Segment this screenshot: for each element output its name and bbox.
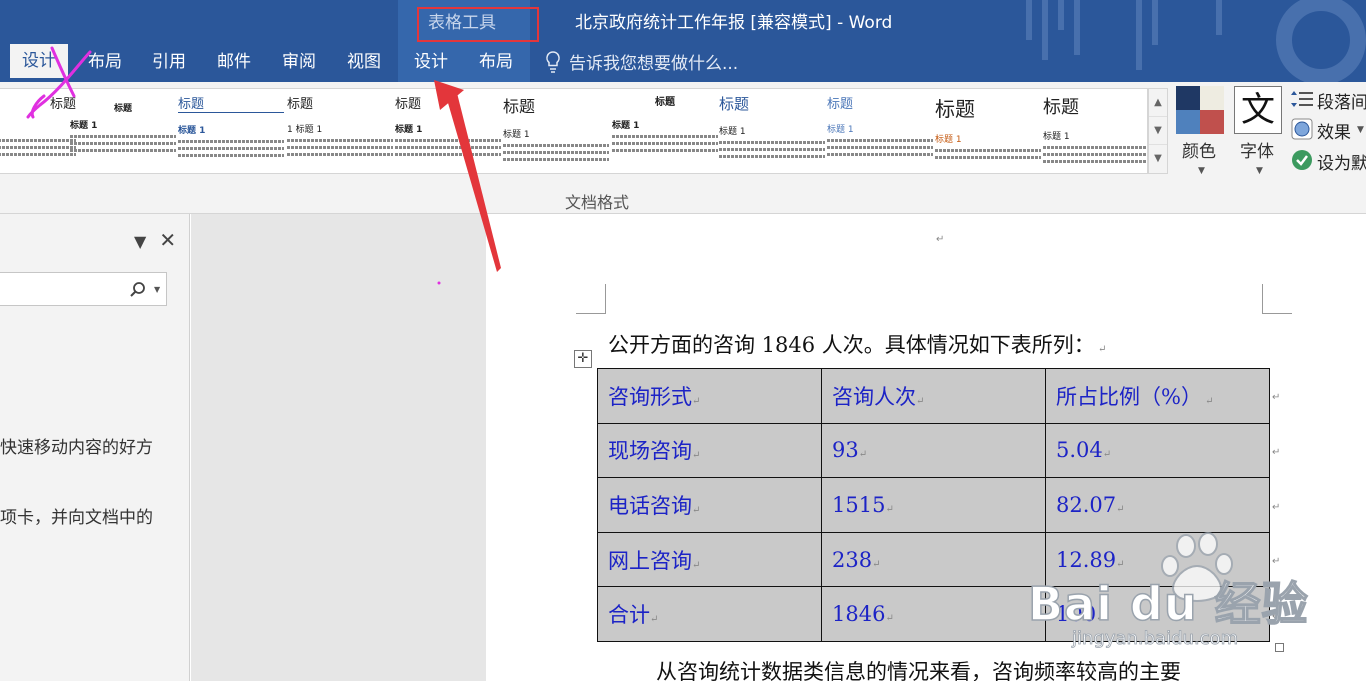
- set-as-default-button[interactable]: 设为默: [1317, 149, 1366, 174]
- style-preview-4[interactable]: 标题 1 标题 1: [287, 93, 393, 169]
- table-cell[interactable]: 1846↵: [821, 586, 1046, 642]
- table-cell[interactable]: 电话咨询↵: [597, 477, 822, 533]
- nav-search-input[interactable]: ▼: [0, 272, 167, 306]
- document-formatting-group-label: 文档格式: [565, 193, 630, 212]
- table-row: 电话咨询↵ 1515↵ 82.07↵: [597, 477, 1270, 533]
- table-cell[interactable]: 93↵: [821, 422, 1046, 479]
- red-highlight-box: [417, 7, 539, 42]
- tab-mailings[interactable]: 邮件: [217, 48, 251, 76]
- search-icon[interactable]: [130, 282, 146, 298]
- style-preview-10[interactable]: 标题 标题 1: [935, 93, 1041, 169]
- style-preview-11[interactable]: 标题 标题 1: [1043, 93, 1147, 169]
- style-preview-6[interactable]: 标题 标题 1: [503, 93, 609, 169]
- table-cell[interactable]: 5.04↵: [1045, 422, 1270, 479]
- theme-fonts-icon[interactable]: 文: [1234, 86, 1282, 134]
- table-row: 现场咨询↵ 93↵ 5.04↵: [597, 422, 1270, 479]
- table-cell[interactable]: 82.07↵: [1045, 477, 1270, 533]
- fonts-button[interactable]: 字体: [1240, 137, 1274, 162]
- table-cell[interactable]: 1515↵: [821, 477, 1046, 533]
- table-cell[interactable]: 合计↵: [597, 586, 822, 642]
- tab-layout[interactable]: 布局: [88, 48, 122, 76]
- margin-corner-left: [576, 284, 606, 314]
- window-title: 北京政府统计工作年报 [兼容模式] - Word: [575, 13, 893, 33]
- tab-design[interactable]: 设计: [10, 44, 68, 78]
- style-preview-2[interactable]: 标题 标题 1: [70, 93, 176, 169]
- style-preview-5[interactable]: 标题 标题 1: [395, 93, 501, 169]
- nav-help-text-2: 项卡，并向文档中的: [0, 508, 153, 528]
- paragraph-spacing-button[interactable]: 段落间: [1317, 88, 1366, 113]
- table-move-handle-icon[interactable]: ✛: [574, 350, 592, 368]
- paragraph-mark: ↵: [936, 234, 945, 245]
- nav-pane-controls: ▼ ✕: [134, 228, 176, 252]
- table-cell[interactable]: 网上咨询↵: [597, 531, 822, 588]
- lightbulb-icon: [546, 51, 560, 73]
- theme-colors-icon[interactable]: [1176, 86, 1224, 134]
- tab-references[interactable]: 引用: [152, 48, 186, 76]
- table-cell[interactable]: 咨询人次↵: [821, 368, 1046, 424]
- paragraph-after-table: 从咨询统计数据类信息的情况来看，咨询频率较高的主要: [656, 660, 1181, 681]
- fonts-dropdown-icon[interactable]: ▼: [1256, 166, 1263, 176]
- style-preview-7[interactable]: 标题 标题 1: [612, 93, 718, 169]
- gallery-up-icon[interactable]: ▲: [1149, 89, 1167, 117]
- paragraph-before-table: 公开方面的咨询 1846 人次。具体情况如下表所列： ↵: [608, 333, 1107, 357]
- colors-button[interactable]: 颜色: [1182, 137, 1216, 162]
- tab-table-design[interactable]: 设计: [414, 48, 448, 76]
- table-header-row: 咨询形式↵ 咨询人次↵ 所占比例（%） ↵: [597, 368, 1270, 424]
- table-cell[interactable]: 所占比例（%） ↵: [1045, 368, 1270, 424]
- style-preview-3[interactable]: 标题 标题 1: [178, 93, 284, 169]
- style-preview-1[interactable]: 标题标题 1: [0, 93, 76, 169]
- margin-corner-right: [1262, 284, 1292, 314]
- style-preview-9[interactable]: 标题 标题 1: [827, 93, 933, 169]
- gallery-scroll[interactable]: ▲ ▼ ▼: [1148, 88, 1168, 174]
- tab-review[interactable]: 审阅: [282, 48, 316, 76]
- tab-view[interactable]: 视图: [347, 48, 381, 76]
- nav-help-text-1: 快速移动内容的好方: [0, 438, 153, 458]
- row-end-mark: ↵: [1272, 447, 1281, 458]
- style-preview-8[interactable]: 标题 标题 1: [719, 93, 825, 169]
- gallery-more-icon[interactable]: ▼: [1149, 145, 1167, 173]
- close-icon[interactable]: ✕: [159, 228, 176, 252]
- nav-options-dropdown-icon[interactable]: ▼: [134, 232, 146, 251]
- paragraph-spacing-icon[interactable]: [1291, 89, 1313, 109]
- watermark-logo-text: Bai du 经验: [1027, 576, 1309, 632]
- tab-table-layout[interactable]: 布局: [479, 48, 513, 76]
- table-cell[interactable]: 238↵: [821, 531, 1046, 588]
- title-decoration: [1006, 0, 1366, 82]
- watermark-url: jingyan.baidu.com: [1072, 628, 1239, 650]
- colors-dropdown-icon[interactable]: ▼: [1198, 166, 1205, 176]
- ribbon: 标题标题 1 标题标题 1 标题标题 1 标题1 标题 1 标题标题 1 标题标…: [0, 82, 1366, 214]
- effects-button[interactable]: 效果: [1317, 118, 1351, 143]
- row-end-mark: ↵: [1272, 502, 1281, 513]
- style-gallery: 标题标题 1 标题标题 1 标题标题 1 标题1 标题 1 标题标题 1 标题标…: [0, 88, 1148, 174]
- workspace-background: [191, 214, 486, 681]
- effects-dropdown-icon[interactable]: ▼: [1357, 125, 1364, 135]
- search-dropdown-icon[interactable]: ▼: [154, 285, 160, 294]
- gallery-down-icon[interactable]: ▼: [1149, 117, 1167, 145]
- checkmark-icon: [1292, 150, 1312, 170]
- table-cell[interactable]: 现场咨询↵: [597, 422, 822, 479]
- effects-icon[interactable]: [1291, 118, 1313, 140]
- table-cell[interactable]: 咨询形式↵: [597, 368, 822, 424]
- tell-me-search[interactable]: 告诉我您想要做什么...: [569, 49, 738, 74]
- row-end-mark: ↵: [1272, 392, 1281, 403]
